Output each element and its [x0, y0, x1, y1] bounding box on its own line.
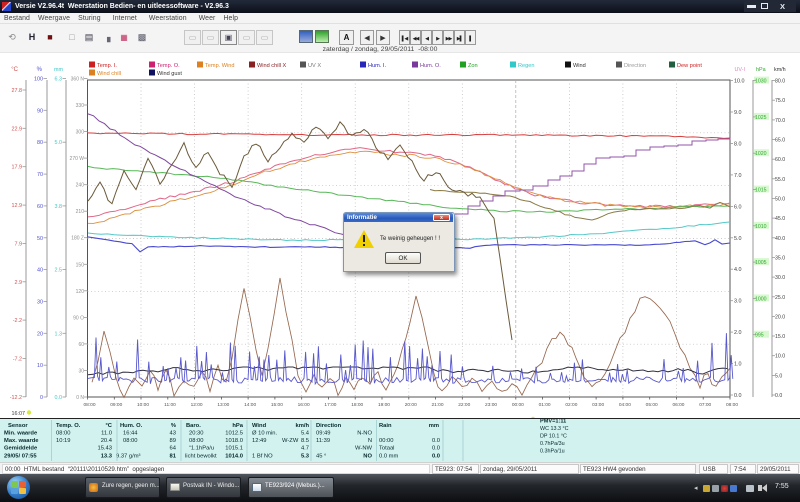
svg-text:Totaal: Totaal — [379, 446, 394, 452]
svg-text:0.3hPa/1u: 0.3hPa/1u — [540, 449, 565, 455]
svg-text:16:44: 16:44 — [123, 431, 138, 437]
svg-text:0.0: 0.0 — [432, 438, 440, 444]
svg-text:mm: mm — [429, 423, 439, 429]
svg-text:1014.0: 1014.0 — [225, 454, 243, 460]
svg-text:45 °: 45 ° — [316, 454, 326, 460]
svg-text:15.43: 15.43 — [97, 446, 112, 452]
svg-text:“1.1hPa/u: “1.1hPa/u — [189, 446, 214, 452]
svg-text:1 Bf NO: 1 Bf NO — [252, 454, 273, 460]
svg-text:08:00: 08:00 — [189, 438, 204, 444]
svg-text:Sensor: Sensor — [8, 423, 28, 429]
svg-text:Rain: Rain — [379, 423, 392, 429]
svg-text:%: % — [171, 423, 176, 429]
svg-text:08:00: 08:00 — [123, 438, 138, 444]
svg-text:km/h: km/h — [295, 423, 309, 429]
svg-text:09:49: 09:49 — [316, 431, 331, 437]
svg-text:13.3: 13.3 — [101, 454, 113, 460]
svg-text:Temp. O.: Temp. O. — [56, 423, 81, 429]
svg-text:Gemiddelde: Gemiddelde — [4, 446, 38, 452]
svg-text:11:39: 11:39 — [316, 438, 330, 444]
svg-text:W-NW: W-NW — [355, 446, 372, 452]
svg-text:N: N — [368, 438, 372, 444]
svg-text:9.37 g/m³: 9.37 g/m³ — [116, 454, 141, 460]
svg-text:20:30: 20:30 — [189, 431, 204, 437]
svg-text:0.0: 0.0 — [432, 446, 440, 452]
svg-text:5.3: 5.3 — [301, 454, 310, 460]
svg-text:W-ZW: W-ZW — [282, 438, 299, 444]
svg-text:Hum. O.: Hum. O. — [120, 423, 143, 429]
svg-text:0.0: 0.0 — [432, 454, 440, 460]
svg-text:1012.5: 1012.5 — [225, 431, 243, 437]
svg-text:20.4: 20.4 — [101, 438, 113, 444]
svg-text:licht bewolkt: licht bewolkt — [185, 454, 217, 460]
svg-text:89: 89 — [170, 438, 176, 444]
svg-text:NO: NO — [363, 454, 372, 460]
svg-text:1015.1: 1015.1 — [225, 446, 243, 452]
svg-text:64: 64 — [170, 446, 177, 452]
svg-text:81: 81 — [170, 454, 177, 460]
svg-text:hPa: hPa — [232, 423, 243, 429]
svg-text:Ø 10 min.: Ø 10 min. — [252, 431, 278, 437]
svg-text:°C: °C — [105, 423, 112, 429]
svg-text:WC 13.3 °C: WC 13.3 °C — [540, 426, 569, 432]
svg-text:1018.0: 1018.0 — [225, 438, 243, 444]
svg-text:0.0 mm: 0.0 mm — [379, 454, 398, 460]
svg-text:11.0: 11.0 — [101, 431, 112, 437]
svg-text:Baro.: Baro. — [186, 423, 201, 429]
svg-text:DP 10.1 °C: DP 10.1 °C — [540, 434, 567, 440]
svg-text:Direction: Direction — [316, 423, 342, 429]
svg-text:00:00: 00:00 — [379, 438, 394, 444]
svg-text:Min. waarde: Min. waarde — [4, 431, 38, 437]
svg-text:12:49: 12:49 — [252, 438, 267, 444]
svg-text:N-NO: N-NO — [357, 431, 372, 437]
svg-text:8.5: 8.5 — [301, 438, 309, 444]
svg-text:PMV=1:11: PMV=1:11 — [540, 419, 566, 425]
svg-text:08:00: 08:00 — [56, 431, 71, 437]
svg-text:4.7: 4.7 — [301, 446, 309, 452]
svg-text:29/05/ 07:55: 29/05/ 07:55 — [4, 454, 37, 460]
svg-text:10:19: 10:19 — [56, 438, 71, 444]
svg-text:Max. waarde: Max. waarde — [4, 438, 39, 444]
svg-text:5.4: 5.4 — [301, 431, 310, 437]
svg-text:0.7hPa/3u: 0.7hPa/3u — [540, 441, 565, 447]
svg-text:43: 43 — [170, 431, 176, 437]
svg-text:Wind: Wind — [252, 423, 267, 429]
